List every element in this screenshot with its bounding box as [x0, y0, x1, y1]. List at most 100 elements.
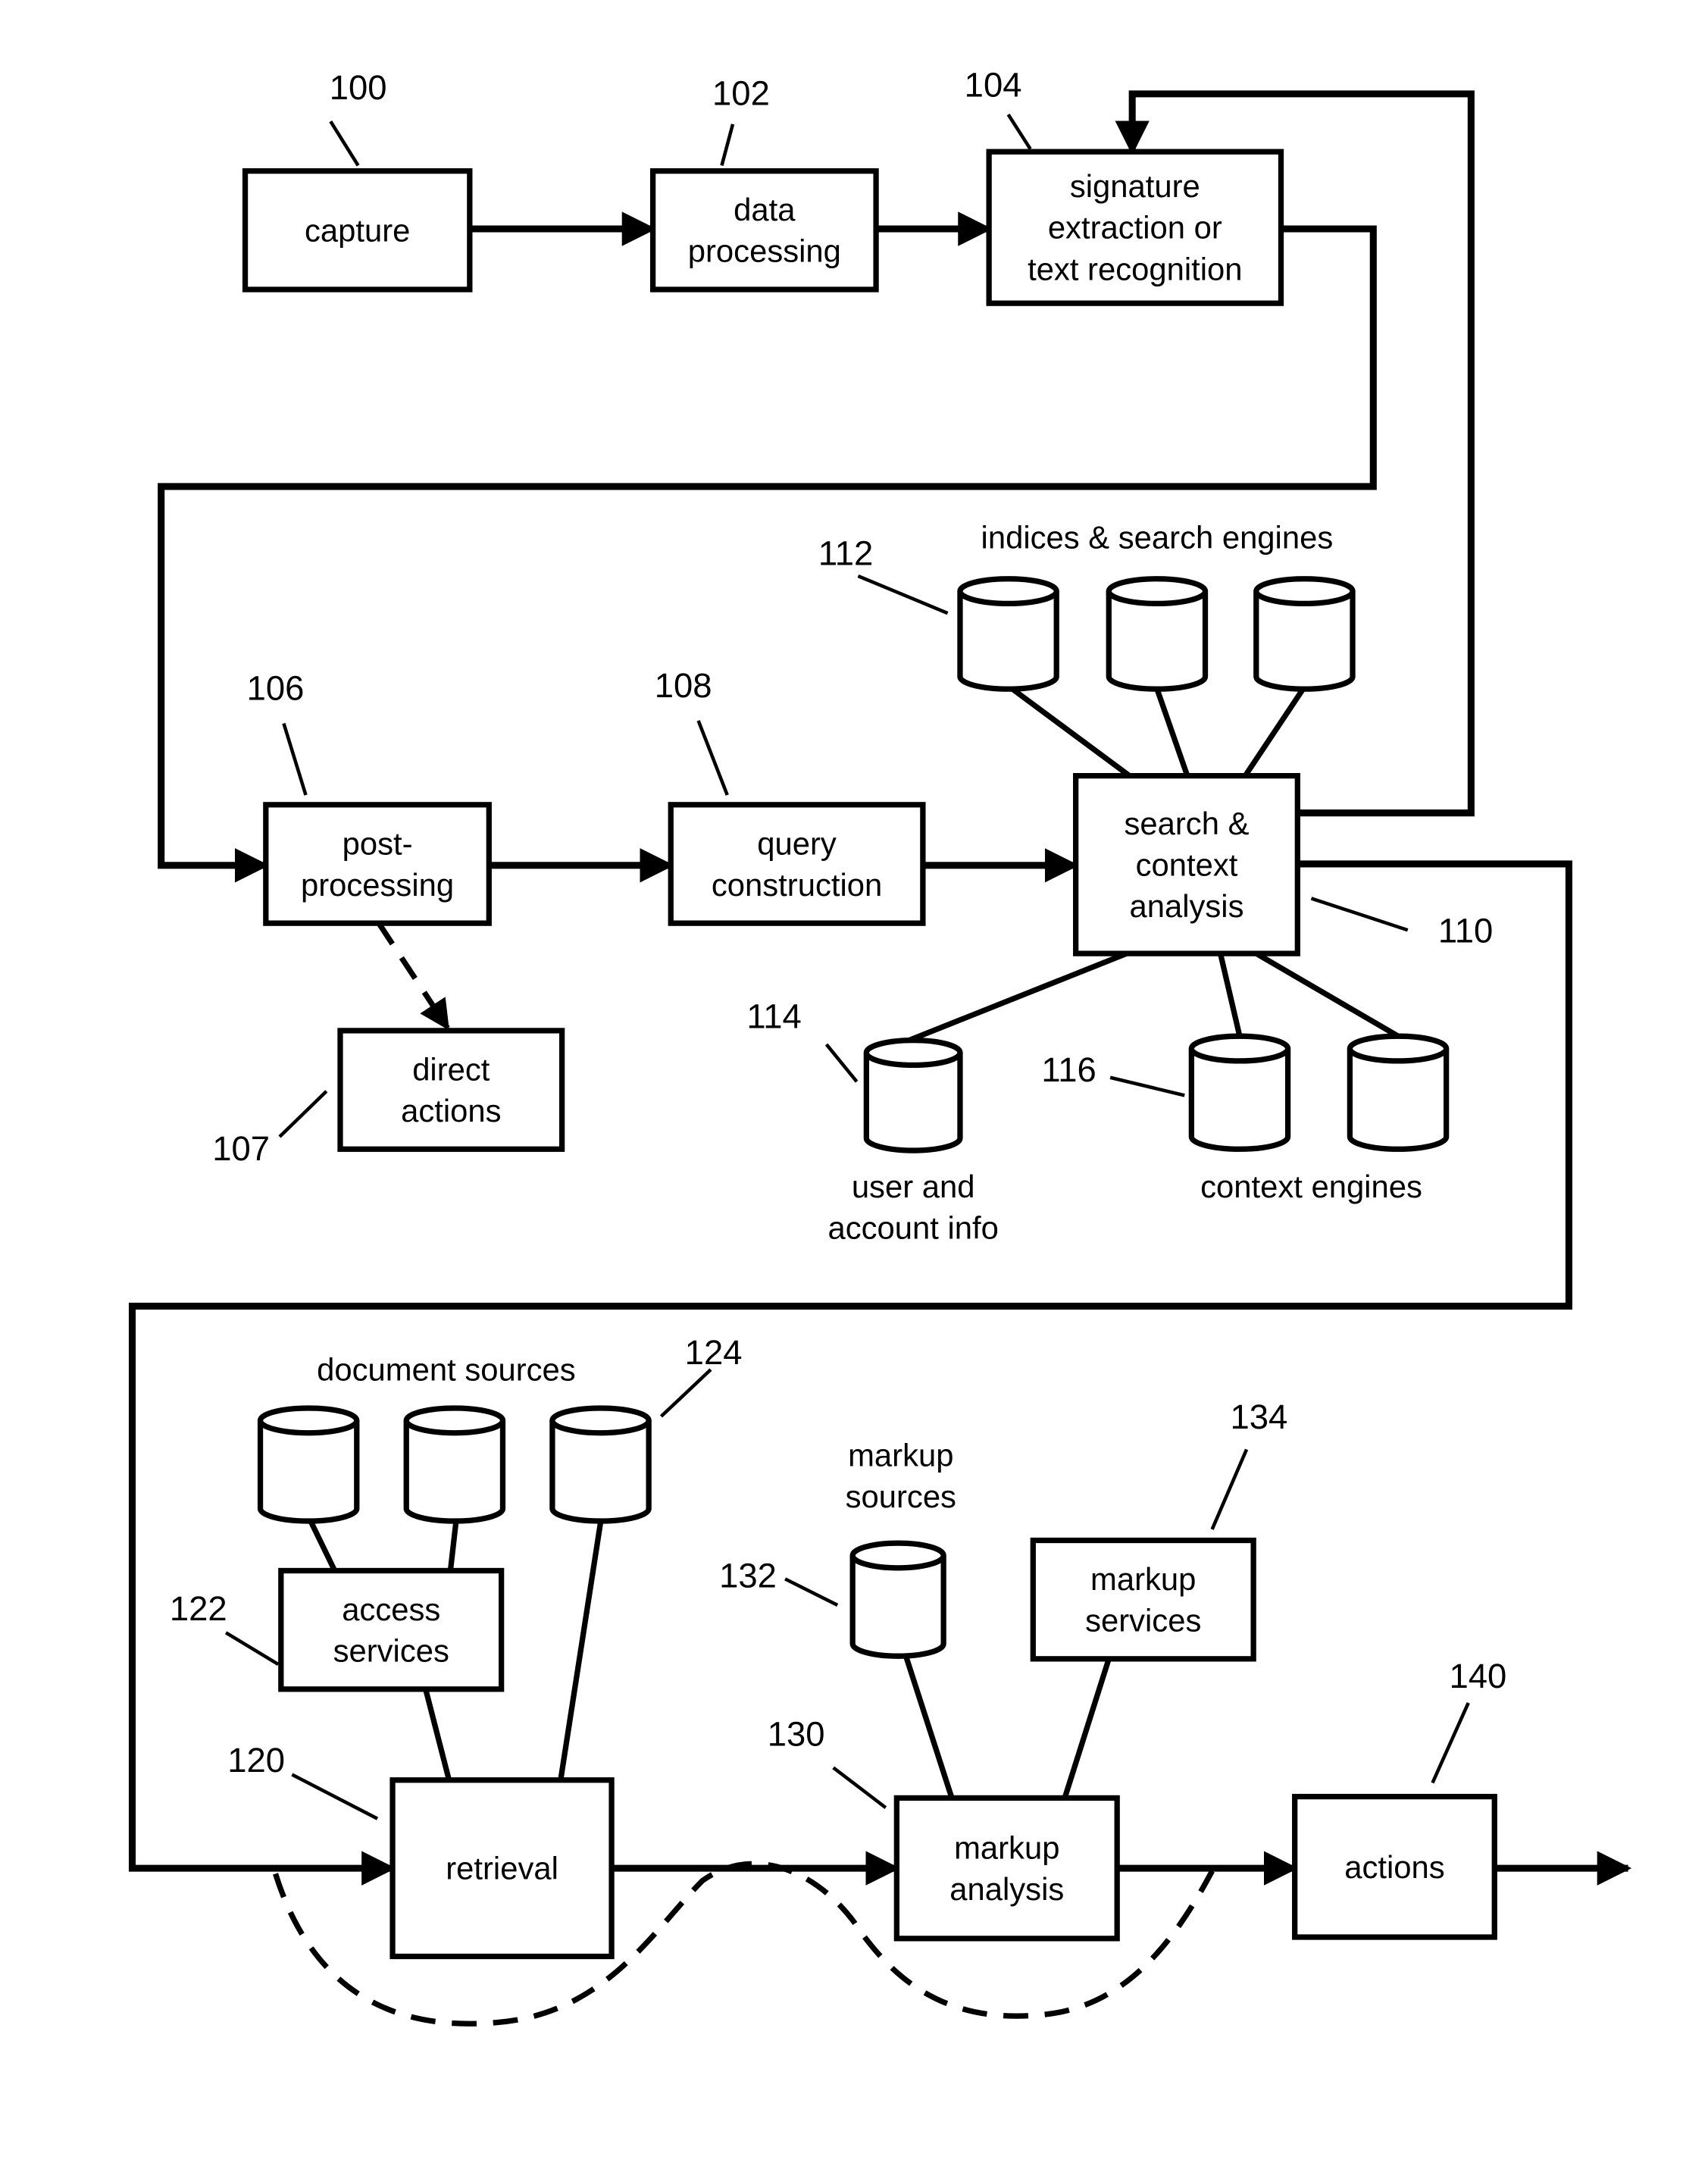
database-cylinder-icon: [403, 1405, 506, 1524]
store-group-document-sources: document sources 124: [257, 1333, 743, 1524]
connector: [903, 1656, 955, 1799]
cylinder-top: [849, 1540, 946, 1571]
block-label: post-: [343, 825, 413, 861]
reference-numeral: 104: [965, 65, 1022, 104]
leader: [857, 574, 949, 615]
reference-numeral: 116: [1041, 1050, 1096, 1089]
leader: [720, 124, 735, 166]
block-frame: [278, 1567, 505, 1692]
leader: [1210, 1448, 1249, 1530]
cylinder-top: [1188, 1033, 1291, 1064]
reference-numeral: 110: [1438, 912, 1493, 950]
reference-numeral: 120: [227, 1741, 285, 1779]
connector: [1217, 953, 1243, 1038]
connector: [423, 1688, 452, 1781]
leader: [824, 1043, 859, 1083]
reference-numeral: 112: [818, 534, 873, 573]
cylinder-top: [957, 576, 1059, 607]
block-frame: [668, 802, 926, 926]
store-caption: markup: [848, 1437, 953, 1473]
block-label: processing: [688, 233, 841, 269]
block-frame: [263, 802, 492, 926]
reference-numeral: 102: [712, 74, 770, 112]
block-label: markup: [954, 1830, 1059, 1865]
cylinder-top: [863, 1038, 963, 1069]
block-label: analysis: [949, 1871, 1064, 1907]
database-cylinder-icon: [863, 1038, 963, 1153]
store-group-context-engines: context engines 116: [1041, 1033, 1450, 1204]
store-caption: user and: [852, 1169, 975, 1204]
block-signature-extraction: signature extraction or text recognition 10…: [965, 65, 1284, 306]
block-label: construction: [712, 867, 882, 903]
block-data-processing: data processing 102: [649, 74, 879, 293]
store-group-user-account: user and account info 114: [746, 997, 999, 1245]
cylinder-top: [1253, 576, 1356, 607]
block-label: search &: [1125, 806, 1250, 841]
block-label: context: [1136, 847, 1238, 882]
block-post-processing: post-processing 106: [247, 669, 492, 926]
process-flow-diagram: capture 100 data processing 102 signature extr…: [128, 65, 1632, 2027]
database-cylinder-icon: [957, 576, 1059, 692]
block-label: direct: [412, 1051, 490, 1087]
block-label: signature: [1070, 168, 1200, 204]
leader: [291, 1773, 379, 1820]
block-markup-services: markup services 134: [1030, 1398, 1288, 1662]
block-actions: actions 140: [1292, 1657, 1507, 1940]
block-label: actions: [1344, 1849, 1444, 1885]
connector: [1062, 1657, 1112, 1799]
block-label: extraction or: [1048, 210, 1222, 246]
connector: [1010, 687, 1131, 778]
leader: [1006, 113, 1032, 150]
reference-numeral: 122: [170, 1589, 227, 1628]
block-label: actions: [401, 1093, 501, 1128]
reference-numeral: 108: [655, 666, 712, 705]
store-caption: document sources: [317, 1352, 576, 1388]
cylinder-top: [403, 1405, 506, 1436]
database-cylinder-icon: [549, 1405, 652, 1524]
block-label: markup: [1090, 1561, 1196, 1597]
block-frame: [337, 1028, 565, 1152]
block-markup-analysis: markup analysis 130: [768, 1714, 1120, 1942]
connector: [1254, 950, 1400, 1039]
connector: [1243, 687, 1306, 778]
dashed-arrow-post-processing-to-direct-actions: [376, 922, 450, 1031]
reference-numeral: 100: [330, 68, 387, 107]
block-label: services: [333, 1632, 449, 1668]
leader: [224, 1631, 280, 1667]
block-label: access: [342, 1592, 440, 1627]
cylinder-top: [257, 1405, 360, 1436]
database-cylinder-icon: [257, 1405, 360, 1524]
store-group-markup-sources: markup sources 132: [719, 1437, 956, 1659]
leader: [696, 720, 729, 796]
connector: [1154, 687, 1190, 777]
reference-numeral: 124: [685, 1333, 743, 1372]
connector: [447, 1522, 459, 1571]
database-cylinder-icon: [1188, 1033, 1291, 1152]
connector: [308, 1521, 337, 1573]
leader: [1431, 1702, 1470, 1784]
blocks: capture 100 data processing 102 signature extr…: [170, 65, 1507, 1960]
leader: [1310, 897, 1409, 932]
block-access-services: access services 122: [170, 1567, 505, 1692]
database-cylinder-icon: [1253, 576, 1356, 692]
block-frame: [893, 1795, 1120, 1942]
cylinder-top: [1106, 576, 1209, 607]
cylinder-top: [549, 1405, 652, 1436]
store-caption: indices & search engines: [981, 520, 1334, 556]
block-label: analysis: [1129, 888, 1243, 924]
leader: [282, 722, 308, 796]
block-label: text recognition: [1028, 251, 1242, 286]
connector: [908, 950, 1128, 1044]
block-label: data: [734, 192, 796, 227]
leader: [832, 1766, 887, 1809]
block-query-construction: query construction 108: [655, 666, 926, 926]
reference-numeral: 140: [1450, 1657, 1507, 1695]
block-capture: capture 100: [242, 68, 473, 293]
block-label: query: [757, 825, 837, 861]
reference-numeral: 107: [212, 1129, 270, 1168]
database-cylinder-icon: [1347, 1033, 1450, 1152]
store-caption: sources: [846, 1479, 956, 1514]
reference-numeral: 134: [1231, 1398, 1288, 1436]
leader: [278, 1090, 328, 1138]
database-cylinder-icon: [1106, 576, 1209, 692]
